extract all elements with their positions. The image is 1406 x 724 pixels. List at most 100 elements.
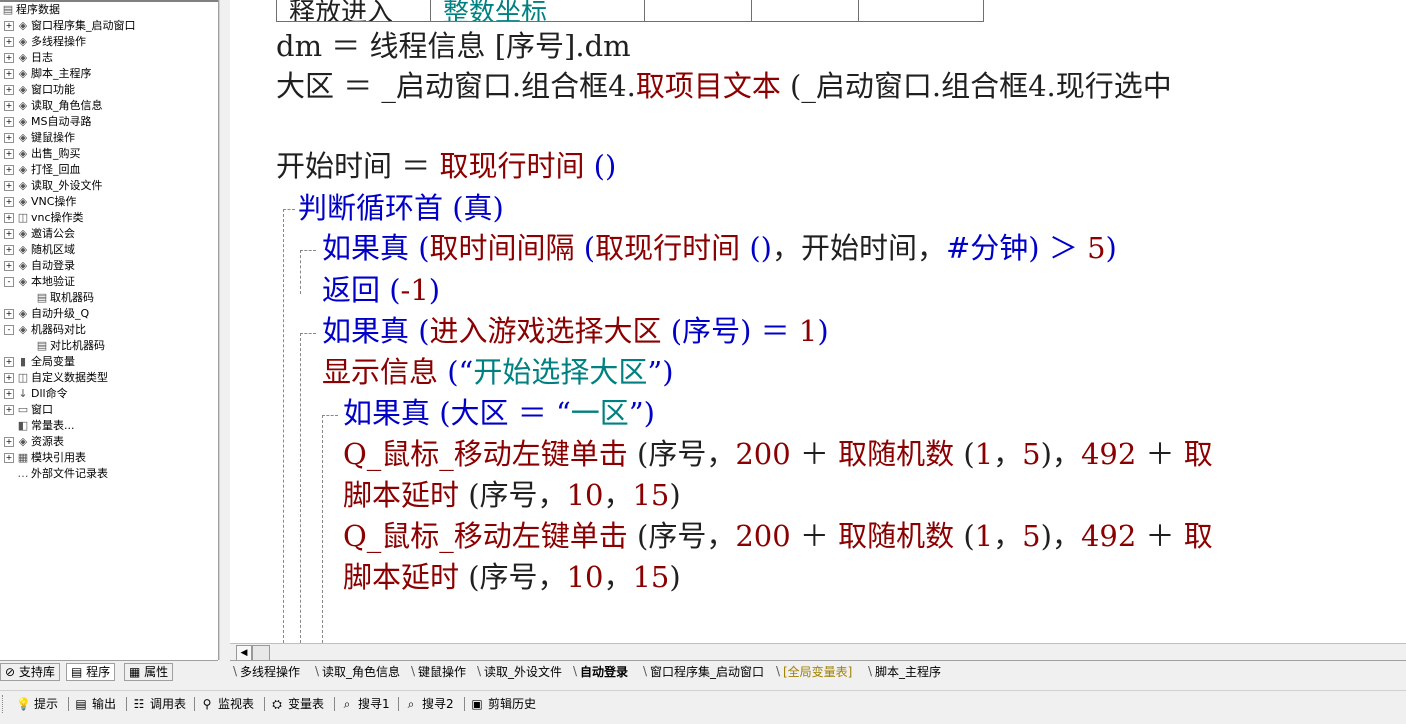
expand-icon[interactable]: +: [4, 453, 14, 463]
toolbar-grip[interactable]: [2, 695, 7, 713]
file-tab[interactable]: 自动登录: [580, 664, 628, 680]
tree-item[interactable]: ▤ 对比机器码: [36, 338, 105, 354]
tree-item[interactable]: … 外部文件记录表: [4, 466, 109, 482]
expand-icon[interactable]: +: [4, 85, 14, 95]
tree-item-label: 随机区域: [31, 243, 75, 256]
tree-item[interactable]: + ◈ 日志: [4, 50, 53, 66]
expand-icon[interactable]: +: [4, 37, 14, 47]
bottom-button-label: 监视表: [218, 697, 255, 711]
tree-item[interactable]: - ◈ 本地验证: [4, 274, 75, 290]
output-button[interactable]: ▤ 输出: [74, 695, 116, 713]
tree-item[interactable]: ◧ 常量表...: [4, 418, 75, 434]
expand-icon[interactable]: +: [4, 69, 14, 79]
expand-icon[interactable]: +: [4, 213, 14, 223]
search2-button[interactable]: ⌕ 搜寻2: [404, 695, 454, 713]
module-icon: ◈: [18, 323, 28, 336]
code-editor[interactable]: [230, 0, 1406, 643]
tree-item[interactable]: + ▭ 窗口: [4, 402, 53, 418]
scroll-left-arrow-icon[interactable]: ◀: [236, 645, 252, 661]
tree-item[interactable]: + ▦ 模块引用表: [4, 450, 86, 466]
expand-icon[interactable]: +: [4, 149, 14, 159]
collapse-icon[interactable]: -: [4, 325, 14, 335]
expand-icon[interactable]: +: [4, 261, 14, 271]
bottom-button-label: 搜寻1: [358, 697, 390, 711]
expand-icon[interactable]: +: [4, 357, 14, 367]
tree-item-label: 对比机器码: [50, 339, 105, 352]
collapse-icon[interactable]: -: [4, 277, 14, 287]
tree-item[interactable]: + ◈ VNC操作: [4, 194, 76, 210]
expand-icon[interactable]: +: [4, 197, 14, 207]
tree-item[interactable]: + ↓ Dll命令: [4, 386, 68, 402]
expand-icon[interactable]: +: [4, 389, 14, 399]
toolbar-separator: [398, 697, 399, 711]
class-icon: ◫: [17, 211, 29, 224]
search1-button[interactable]: ⌕ 搜寻1: [340, 695, 390, 713]
project-tree[interactable]: ▤ 程序数据 + ◈ 窗口程序集_启动窗口 + ◈ 多线程操作 + ◈ 日志 + ◈ 脚本_主程序 + ◈ 窗…: [0, 0, 219, 660]
expand-icon[interactable]: +: [4, 437, 14, 447]
expand-icon[interactable]: +: [4, 21, 14, 31]
variables-button[interactable]: ⛭ 变量表: [270, 695, 324, 713]
tree-item-label: MS自动寻路: [31, 115, 92, 128]
tree-item[interactable]: + ◈ 打怪_回血: [4, 162, 81, 178]
file-tab[interactable]: 多线程操作: [240, 664, 300, 680]
tree-item[interactable]: - ◈ 机器码对比: [4, 322, 86, 338]
tree-item[interactable]: + ◈ 窗口程序集_启动窗口: [4, 18, 136, 34]
module-icon: ◈: [18, 67, 28, 80]
tree-item[interactable]: + ◈ 脚本_主程序: [4, 66, 92, 82]
bottom-button-label: 提示: [34, 697, 59, 711]
tree-item[interactable]: ▤ 取机器码: [36, 290, 94, 306]
tree-item[interactable]: + ◈ MS自动寻路: [4, 114, 91, 130]
module-icon: ◈: [18, 259, 28, 272]
file-tab[interactable]: [全局变量表]: [783, 664, 852, 680]
expand-icon[interactable]: +: [4, 133, 14, 143]
expand-icon[interactable]: +: [4, 101, 14, 111]
tree-item[interactable]: + ◈ 窗口功能: [4, 82, 75, 98]
tree-item[interactable]: + ◈ 出售_购买: [4, 146, 81, 162]
left-tab[interactable]: ▤ 程序: [66, 663, 116, 681]
module-icon: ◈: [18, 131, 28, 144]
tree-item[interactable]: + ◈ 资源表: [4, 434, 64, 450]
tree-item[interactable]: + ◈ 随机区域: [4, 242, 75, 258]
callstack-button[interactable]: ☷ 调用表: [132, 695, 186, 713]
tree-item[interactable]: + ◈ 邀请公会: [4, 226, 75, 242]
expand-icon[interactable]: +: [4, 165, 14, 175]
tree-scrollbar[interactable]: [219, 0, 230, 660]
file-tab[interactable]: 键鼠操作: [418, 664, 466, 680]
editor-hscrollbar[interactable]: ◀: [230, 643, 1406, 661]
tree-root[interactable]: ▤ 程序数据: [2, 2, 60, 18]
tree-item[interactable]: + ◈ 读取_外设文件: [4, 178, 103, 194]
expand-icon[interactable]: +: [4, 373, 14, 383]
scroll-thumb[interactable]: [252, 645, 270, 661]
tree-item-label: 全局变量: [31, 355, 75, 368]
tree-item[interactable]: + ◈ 键鼠操作: [4, 130, 75, 146]
file-tab[interactable]: 窗口程序集_启动窗口: [650, 664, 764, 680]
hint-button[interactable]: 💡 提示: [16, 695, 58, 713]
expand-icon[interactable]: +: [4, 53, 14, 63]
toolbar-separator: [464, 697, 465, 711]
tree-item[interactable]: + ▮ 全局变量: [4, 354, 75, 370]
left-tab[interactable]: ▦ 属性: [124, 663, 174, 681]
expand-icon[interactable]: +: [4, 181, 14, 191]
expand-icon[interactable]: +: [4, 309, 14, 319]
expand-icon[interactable]: +: [4, 405, 14, 415]
expand-icon[interactable]: +: [4, 229, 14, 239]
tree-item[interactable]: + ◫ vnc操作类: [4, 210, 84, 226]
file-tab[interactable]: 脚本_主程序: [875, 664, 941, 680]
tree-item-label: 外部文件记录表: [31, 467, 108, 480]
tree-item[interactable]: + ◫ 自定义数据类型: [4, 370, 108, 386]
tree-item-label: VNC操作: [31, 195, 77, 208]
tree-item[interactable]: + ◈ 自动登录: [4, 258, 75, 274]
file-tab[interactable]: 读取_外设文件: [484, 664, 562, 680]
clipboard-button[interactable]: ▣ 剪辑历史: [470, 695, 536, 713]
tree-item[interactable]: + ◈ 多线程操作: [4, 34, 86, 50]
tree-item[interactable]: + ◈ 自动升级_Q: [4, 306, 89, 322]
toolbar-separator: [68, 697, 69, 711]
tab-separator: \: [868, 664, 873, 678]
file-tab[interactable]: 读取_角色信息: [322, 664, 400, 680]
expand-icon[interactable]: +: [4, 117, 14, 127]
left-tab[interactable]: ⊘ 支持库: [0, 663, 60, 681]
module-icon: ◈: [18, 243, 28, 256]
watch-button[interactable]: ⚲ 监视表: [200, 695, 254, 713]
tree-item[interactable]: + ◈ 读取_角色信息: [4, 98, 103, 114]
expand-icon[interactable]: +: [4, 245, 14, 255]
